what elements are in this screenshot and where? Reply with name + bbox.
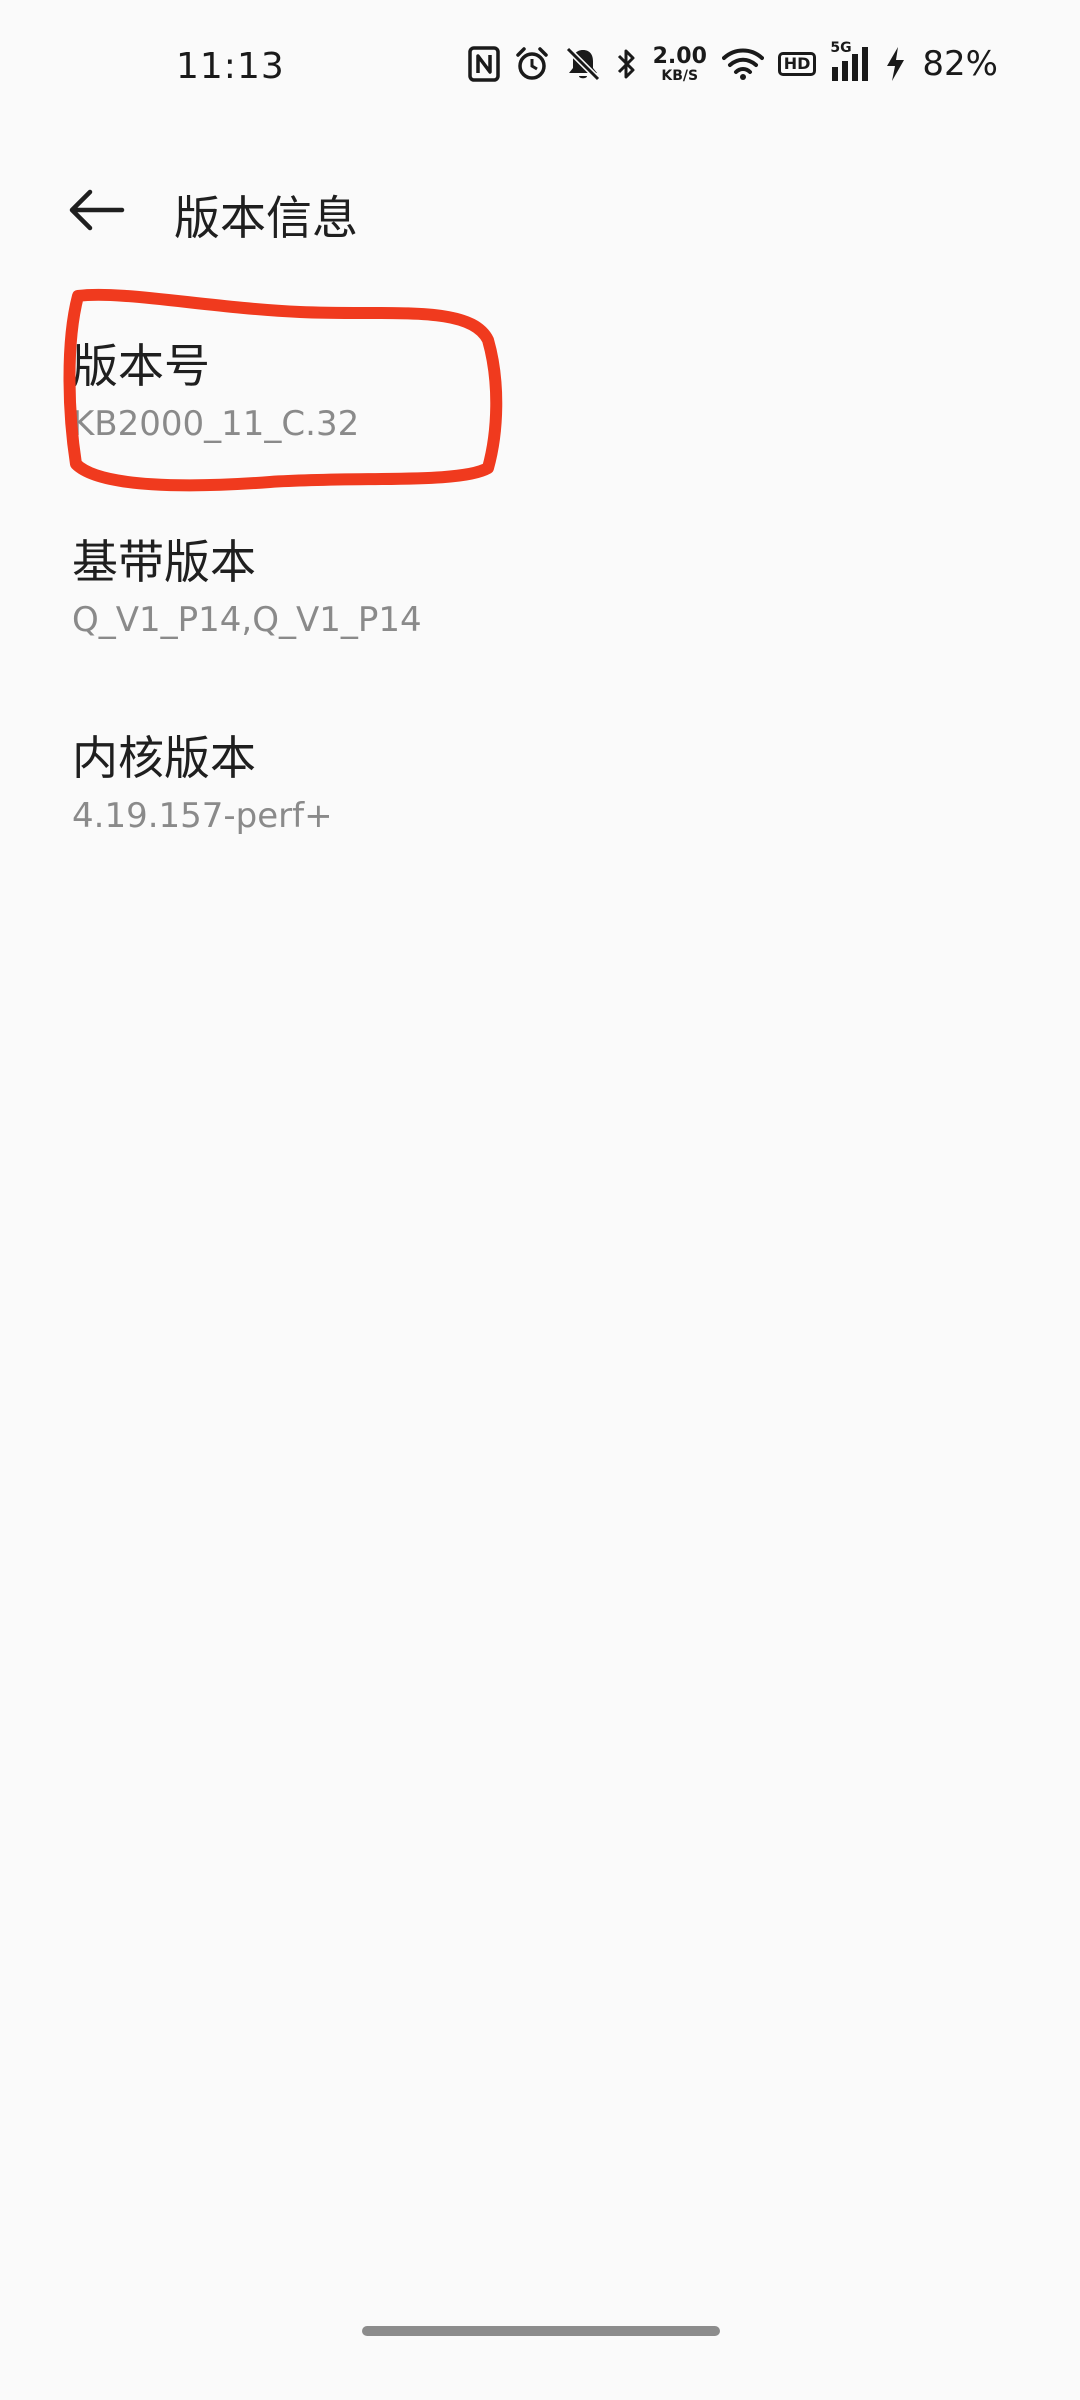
- net-speed-value: 2.00: [652, 43, 707, 69]
- nfc-icon: [468, 46, 500, 82]
- list-item-baseband-version[interactable]: 基带版本 Q_V1_P14,Q_V1_P14: [0, 496, 1080, 692]
- item-title: 基带版本: [72, 535, 256, 589]
- page-title: 版本信息: [174, 191, 358, 245]
- wifi-icon: [721, 47, 764, 81]
- status-icons: 2.00 KB/S HD 5G 82%: [468, 41, 998, 86]
- item-value: Q_V1_P14,Q_V1_P14: [72, 600, 422, 640]
- item-value: KB2000_11_C.32: [72, 404, 360, 444]
- back-button[interactable]: [60, 180, 132, 240]
- alarm-icon: [514, 46, 550, 82]
- signal-icon: 5G: [830, 41, 870, 83]
- app-bar: 版本信息: [0, 160, 1080, 260]
- net-speed: 2.00 KB/S: [652, 43, 708, 84]
- list-item-kernel-version[interactable]: 内核版本 4.19.157-perf+: [0, 692, 1080, 888]
- item-title: 内核版本: [72, 731, 256, 785]
- list-item-build-number[interactable]: 版本号 KB2000_11_C.32: [0, 300, 1080, 496]
- item-title: 版本号: [72, 339, 210, 393]
- charging-icon: [884, 46, 906, 82]
- status-time: 11:13: [176, 46, 285, 87]
- item-value: 4.19.157-perf+: [72, 796, 333, 836]
- version-info-list: 版本号 KB2000_11_C.32 基带版本 Q_V1_P14,Q_V1_P1…: [0, 300, 1080, 888]
- hd-icon: HD: [777, 52, 817, 76]
- gesture-nav-bar[interactable]: [362, 2326, 720, 2336]
- mute-icon: [564, 46, 602, 82]
- arrow-left-icon: [69, 189, 125, 231]
- battery-percent: 82%: [922, 44, 998, 84]
- bluetooth-icon: [616, 46, 638, 82]
- status-bar: 11:13 2.00 KB/S HD 5G 82%: [0, 0, 1080, 140]
- net-speed-unit: KB/S: [661, 67, 699, 84]
